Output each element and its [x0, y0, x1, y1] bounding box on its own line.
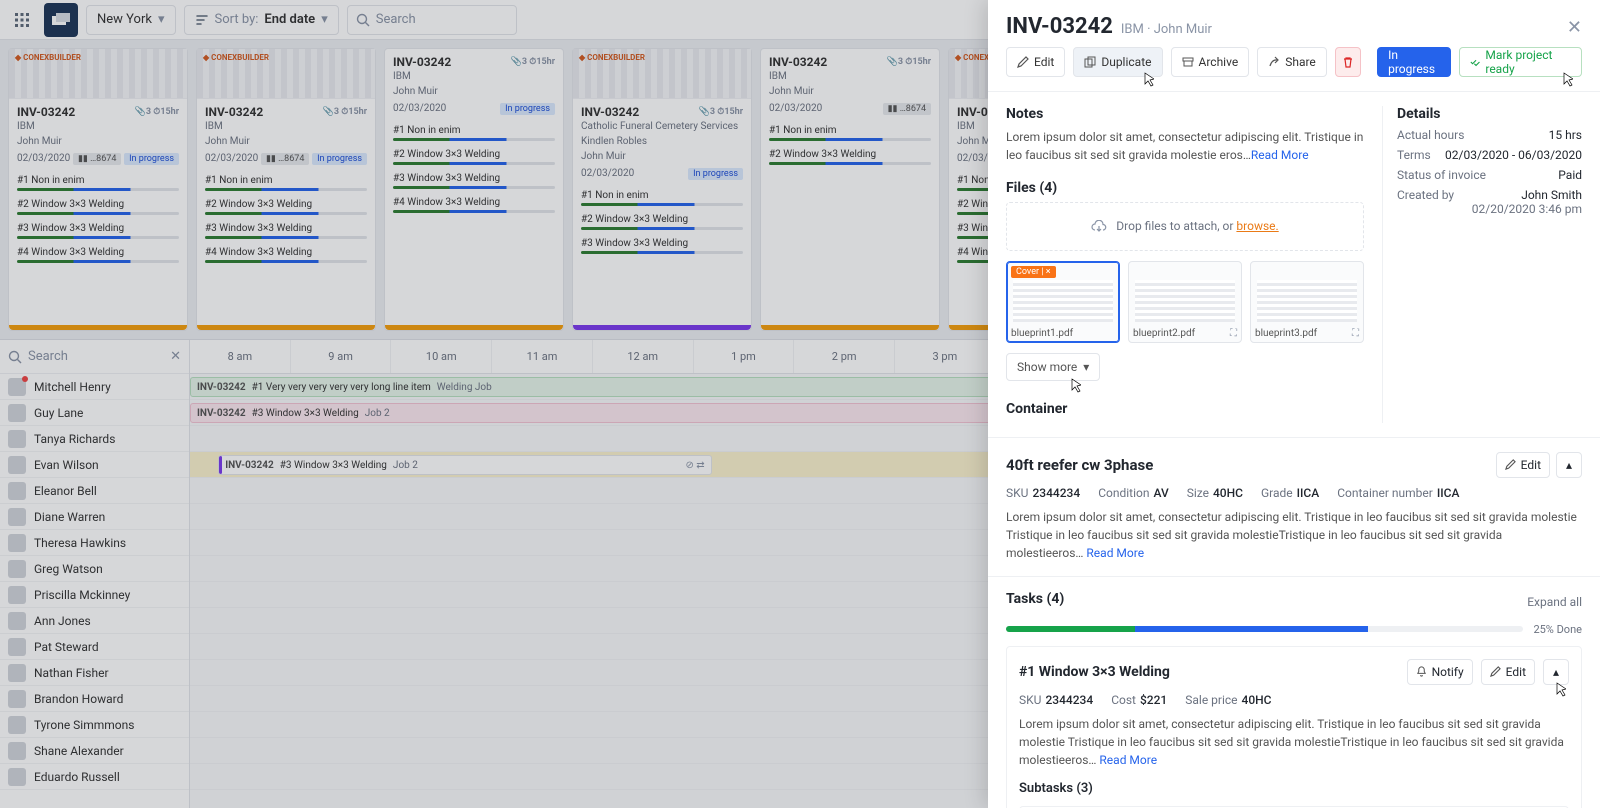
read-more-link[interactable]: Read More	[1086, 546, 1144, 560]
archive-icon	[1182, 56, 1194, 68]
expand-all-link[interactable]: Expand all	[1527, 595, 1582, 609]
panel-main-column: Notes Lorem ipsum dolor sit amet, consec…	[1006, 106, 1364, 423]
tasks-progress: 25% Done	[1006, 623, 1582, 636]
show-more-files[interactable]: Show more▾	[1006, 353, 1100, 381]
project-detail-panel: INV-03242 IBM · John Muir ✕ Edit Duplica…	[988, 0, 1600, 808]
subtasks-heading: Subtasks (3)	[1019, 781, 1569, 796]
file-name: blueprint2.pdf	[1133, 328, 1195, 339]
file-card[interactable]: blueprint3.pdf ⛶	[1250, 261, 1364, 343]
panel-body: Notes Lorem ipsum dolor sit amet, consec…	[988, 92, 1600, 438]
container-specs: SKU2344234 ConditionAV Size40HC GradeIIC…	[1006, 486, 1582, 500]
task-edit-button[interactable]: Edit	[1481, 659, 1535, 685]
notes-heading: Notes	[1006, 106, 1364, 122]
panel-header: INV-03242 IBM · John Muir ✕	[988, 0, 1600, 47]
files-row: Cover | × blueprint1.pdf blueprint2.pdf …	[1006, 261, 1364, 343]
task-title: #1 Window 3×3 Welding	[1019, 664, 1399, 680]
archive-button[interactable]: Archive	[1171, 47, 1250, 77]
edit-button[interactable]: Edit	[1006, 47, 1065, 77]
task-notify-button[interactable]: Notify	[1407, 659, 1473, 685]
cursor-icon	[1067, 378, 1081, 394]
progress-label: 25% Done	[1533, 623, 1582, 636]
panel-toolbar: Edit Duplicate Archive Share In progress…	[988, 47, 1600, 92]
expand-icon[interactable]: ⛶	[1352, 328, 1359, 339]
task-collapse-button[interactable]: ▴	[1543, 659, 1569, 685]
pencil-icon	[1505, 459, 1516, 470]
pencil-icon	[1490, 666, 1501, 677]
share-icon	[1268, 56, 1280, 68]
files-heading: Files (4)	[1006, 180, 1364, 196]
cloud-upload-icon	[1091, 220, 1107, 234]
panel-subtitle: IBM · John Muir	[1121, 22, 1212, 37]
container-desc: Lorem ipsum dolor sit amet, consectetur …	[1006, 508, 1582, 562]
task-desc: Lorem ipsum dolor sit amet, consectetur …	[1019, 715, 1569, 769]
file-card[interactable]: blueprint2.pdf ⛶	[1128, 261, 1242, 343]
container-collapse-button[interactable]: ▴	[1556, 452, 1582, 478]
file-name: blueprint1.pdf	[1011, 328, 1073, 339]
file-name: blueprint3.pdf	[1255, 328, 1317, 339]
detail-created-by: Created byJohn Smith02/20/2020 3:46 pm	[1397, 188, 1582, 216]
mark-ready-button[interactable]: Mark project ready	[1459, 47, 1582, 77]
browse-link[interactable]: browse.	[1236, 219, 1278, 233]
details-heading: Details	[1397, 106, 1582, 122]
trash-icon	[1342, 56, 1354, 68]
pencil-icon	[1017, 56, 1029, 68]
chevron-down-icon: ▾	[1083, 360, 1089, 374]
bell-icon	[1416, 666, 1427, 677]
task-card: #1 Window 3×3 Welding Notify Edit ▴ SKU2…	[1006, 646, 1582, 808]
cover-tag[interactable]: Cover | ×	[1011, 266, 1056, 278]
cursor-icon	[1559, 72, 1573, 88]
duplicate-button[interactable]: Duplicate	[1073, 47, 1162, 77]
container-title: 40ft reefer cw 3phase	[1006, 456, 1153, 474]
files-dropzone[interactable]: Drop files to attach, or browse.	[1006, 202, 1364, 251]
copy-icon	[1084, 56, 1096, 68]
cursor-icon	[1140, 72, 1154, 88]
detail-invoice-status: Status of invoicePaid	[1397, 168, 1582, 182]
tasks-section: Tasks (4) Expand all 25% Done #1 Window …	[988, 577, 1600, 808]
delete-button[interactable]	[1335, 47, 1361, 77]
cursor-icon	[1552, 682, 1566, 698]
share-button[interactable]: Share	[1257, 47, 1327, 77]
task-specs: SKU2344234 Cost$221 Sale price40HC	[1019, 693, 1569, 707]
status-pill[interactable]: In progress	[1377, 47, 1451, 77]
close-icon[interactable]: ✕	[1567, 17, 1582, 38]
read-more-link[interactable]: Read More	[1251, 148, 1309, 162]
expand-icon[interactable]: ⛶	[1230, 328, 1237, 339]
panel-side-column: Details Actual hours15 hrs Terms02/03/20…	[1382, 106, 1582, 423]
tasks-heading: Tasks (4)	[1006, 591, 1064, 607]
container-edit-button[interactable]: Edit	[1496, 452, 1550, 478]
double-check-icon	[1470, 56, 1480, 68]
container-section: 40ft reefer cw 3phase Edit ▴ SKU2344234 …	[988, 438, 1600, 577]
detail-actual-hours: Actual hours15 hrs	[1397, 128, 1582, 142]
file-card[interactable]: Cover | × blueprint1.pdf	[1006, 261, 1120, 343]
container-heading: Container	[1006, 401, 1364, 417]
read-more-link[interactable]: Read More	[1099, 753, 1157, 767]
detail-terms: Terms02/03/2020 - 06/03/2020	[1397, 148, 1582, 162]
notes-body: Lorem ipsum dolor sit amet, consectetur …	[1006, 128, 1364, 164]
panel-title: INV-03242	[1006, 14, 1113, 39]
